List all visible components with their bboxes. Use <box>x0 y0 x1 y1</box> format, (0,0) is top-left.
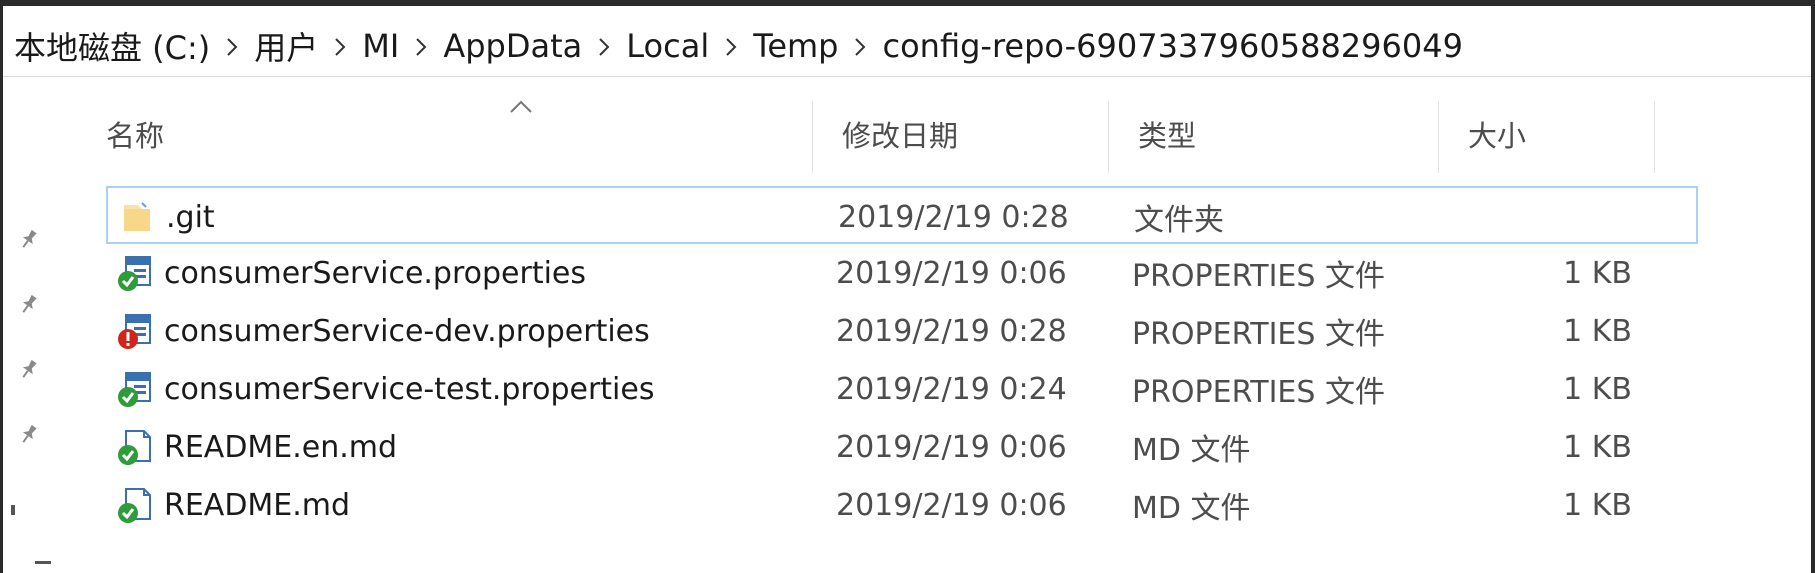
file-name: consumerService.properties <box>164 255 587 291</box>
chevron-right-icon[interactable] <box>399 29 443 64</box>
window-frame-right <box>1811 0 1815 573</box>
file-name-cell: consumerService-dev.properties <box>114 302 650 360</box>
file-row-properties-dev[interactable]: consumerService-dev.properties 2019/2/19… <box>106 302 1698 360</box>
file-name-cell: consumerService-test.properties <box>114 360 654 418</box>
column-header-type-label: 类型 <box>1138 119 1197 153</box>
column-header-row: 名称 修改日期 类型 大小 <box>76 95 1712 173</box>
breadcrumb-item-drive[interactable]: 本地磁盘 (C:) <box>14 23 210 69</box>
file-size: 1 KB <box>1563 487 1632 523</box>
file-modified-date: 2019/2/19 0:06 <box>836 429 1067 465</box>
navigation-pane <box>3 77 75 573</box>
chevron-right-icon[interactable] <box>210 29 254 64</box>
breadcrumb: 本地磁盘 (C:) 用户 MI AppData Local Temp confi… <box>14 22 1463 70</box>
file-name: consumerService-test.properties <box>164 371 655 407</box>
breadcrumb-item-config-repo[interactable]: config-repo-6907337960588296049 <box>882 27 1462 65</box>
file-row-git-folder[interactable]: .git 2019/2/19 0:28 文件夹 <box>106 186 1698 244</box>
folder-icon <box>116 197 156 237</box>
breadcrumb-item-appdata[interactable]: AppData <box>443 27 582 65</box>
pin-icon[interactable] <box>17 227 41 251</box>
file-name-cell: README.md <box>114 476 350 534</box>
chevron-right-icon[interactable] <box>582 29 626 64</box>
column-header-size-label: 大小 <box>1468 119 1527 153</box>
breadcrumb-item-temp[interactable]: Temp <box>753 27 838 65</box>
file-size: 1 KB <box>1563 313 1632 349</box>
file-size: 1 KB <box>1563 255 1632 291</box>
breadcrumb-item-users[interactable]: 用户 <box>254 23 318 69</box>
file-modified-date: 2019/2/19 0:06 <box>836 487 1067 523</box>
file-type: MD 文件 <box>1132 491 1251 526</box>
file-type: 文件夹 <box>1134 203 1224 238</box>
column-header-type[interactable]: 类型 <box>1108 95 1438 173</box>
md-file-ok-icon <box>114 427 154 467</box>
file-type: PROPERTIES 文件 <box>1132 317 1385 352</box>
file-type: PROPERTIES 文件 <box>1132 259 1385 294</box>
file-modified-date: 2019/2/19 0:28 <box>838 199 1069 235</box>
md-file-ok-icon <box>114 485 154 525</box>
pin-icon[interactable] <box>17 422 41 446</box>
file-size: 1 KB <box>1563 429 1632 465</box>
breadcrumb-item-local[interactable]: Local <box>626 27 709 65</box>
column-header-modified[interactable]: 修改日期 <box>812 95 1108 173</box>
file-modified-date: 2019/2/19 0:06 <box>836 255 1067 291</box>
file-name: README.md <box>164 487 351 523</box>
file-name: consumerService-dev.properties <box>164 313 650 349</box>
file-name-cell: .git <box>116 188 215 246</box>
file-row-readme[interactable]: README.md 2019/2/19 0:06 MD 文件 1 KB <box>106 476 1698 534</box>
file-name: README.en.md <box>164 429 398 465</box>
file-name-cell: consumerService.properties <box>114 244 586 302</box>
properties-file-modified-icon <box>114 311 154 351</box>
window-frame-top <box>0 0 1815 6</box>
chevron-right-icon[interactable] <box>838 29 882 64</box>
breadcrumb-item-mi[interactable]: MI <box>362 27 399 65</box>
pin-icon[interactable] <box>17 292 41 316</box>
file-type: MD 文件 <box>1132 433 1251 468</box>
pin-icon[interactable] <box>17 357 41 381</box>
column-header-size[interactable]: 大小 <box>1438 95 1654 173</box>
column-header-name-label: 名称 <box>106 119 165 153</box>
column-header-modified-label: 修改日期 <box>842 119 959 153</box>
properties-file-ok-icon <box>114 253 154 293</box>
column-header-name[interactable]: 名称 <box>76 95 812 173</box>
pane-edge-marker <box>35 561 51 564</box>
file-row-readme-en[interactable]: README.en.md 2019/2/19 0:06 MD 文件 1 KB <box>106 418 1698 476</box>
file-name-cell: README.en.md <box>114 418 397 476</box>
file-row-properties[interactable]: consumerService.properties 2019/2/19 0:0… <box>106 244 1698 302</box>
file-name: .git <box>166 199 215 235</box>
file-row-properties-test[interactable]: consumerService-test.properties 2019/2/1… <box>106 360 1698 418</box>
expand-marker <box>11 505 15 515</box>
file-type: PROPERTIES 文件 <box>1132 375 1385 410</box>
file-size: 1 KB <box>1563 371 1632 407</box>
address-bar-divider <box>3 76 1811 77</box>
file-modified-date: 2019/2/19 0:28 <box>836 313 1067 349</box>
file-modified-date: 2019/2/19 0:24 <box>836 371 1067 407</box>
properties-file-ok-icon <box>114 369 154 409</box>
chevron-right-icon[interactable] <box>709 29 753 64</box>
column-divider[interactable] <box>1654 101 1655 173</box>
chevron-right-icon[interactable] <box>318 29 362 64</box>
